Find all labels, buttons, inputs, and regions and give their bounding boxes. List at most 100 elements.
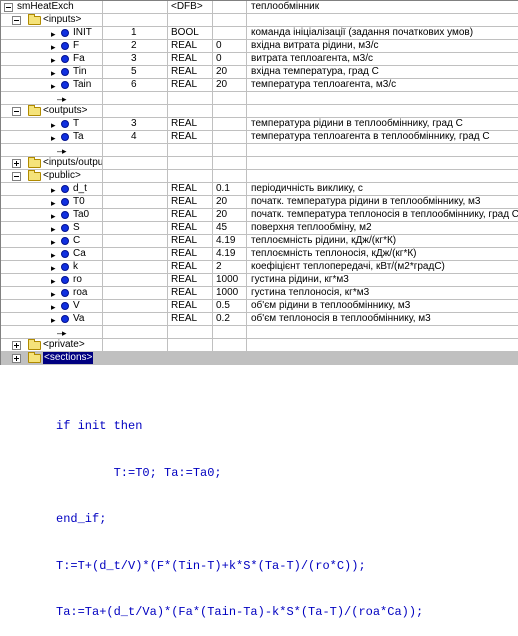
type-cell[interactable] <box>168 352 213 364</box>
name-cell[interactable]: ▸ S <box>1 222 103 234</box>
variable-tree-grid[interactable]: smHeatExch <DFB> теплообмінник <inputs> ▸ INI… <box>0 0 518 365</box>
name-cell[interactable]: <sections> <box>1 352 103 364</box>
comment-cell[interactable] <box>247 92 518 104</box>
value-cell[interactable] <box>213 118 247 130</box>
variable-name[interactable]: F <box>73 40 79 52</box>
comment-cell[interactable]: густина теплоносія, кг*м3 <box>247 287 518 299</box>
comment-cell[interactable] <box>247 326 518 338</box>
comment-cell[interactable]: теплоємність теплоносія, кДж/(кг*К) <box>247 248 518 260</box>
type-cell[interactable]: REAL <box>168 313 213 325</box>
index-cell[interactable] <box>103 209 168 221</box>
index-cell[interactable] <box>103 183 168 195</box>
index-cell[interactable] <box>103 248 168 260</box>
variable-row[interactable]: ▸ S REAL 45 поверхня теплообміну, м2 <box>1 222 518 235</box>
comment-cell[interactable] <box>247 105 518 117</box>
value-cell[interactable]: 20 <box>213 66 247 78</box>
variable-row[interactable]: ▸ Va REAL 0.2 об'єм теплоносія в теплообмінн… <box>1 313 518 326</box>
name-cell[interactable]: ▸ k <box>1 261 103 273</box>
index-cell[interactable]: 3 <box>103 53 168 65</box>
type-cell[interactable]: REAL <box>168 66 213 78</box>
comment-cell[interactable]: теплоємність рідини, кДж/(кг*К) <box>247 235 518 247</box>
collapse-icon[interactable] <box>12 16 21 25</box>
value-cell[interactable] <box>213 339 247 351</box>
tree-row[interactable]: <private> <box>1 339 518 352</box>
index-cell[interactable] <box>103 261 168 273</box>
variable-name[interactable]: INIT <box>73 27 92 39</box>
type-cell[interactable]: REAL <box>168 287 213 299</box>
index-cell[interactable] <box>103 326 168 338</box>
name-cell[interactable]: ▸ Ta0 <box>1 209 103 221</box>
type-cell[interactable]: REAL <box>168 222 213 234</box>
index-cell[interactable] <box>103 300 168 312</box>
value-cell[interactable]: 0.5 <box>213 300 247 312</box>
type-cell[interactable] <box>168 326 213 338</box>
type-cell[interactable]: REAL <box>168 248 213 260</box>
name-cell[interactable]: ▸ d_t <box>1 183 103 195</box>
value-cell[interactable] <box>213 326 247 338</box>
index-cell[interactable] <box>103 105 168 117</box>
type-cell[interactable]: <DFB> <box>168 1 213 13</box>
value-cell[interactable]: 0.1 <box>213 183 247 195</box>
type-cell[interactable]: REAL <box>168 235 213 247</box>
variable-name[interactable]: Ta <box>73 131 84 143</box>
variable-name[interactable]: k <box>73 261 78 273</box>
index-cell[interactable] <box>103 157 168 169</box>
value-cell[interactable]: 20 <box>213 209 247 221</box>
type-cell[interactable]: REAL <box>168 300 213 312</box>
comment-cell[interactable]: густина рідини, кг*м3 <box>247 274 518 286</box>
value-cell[interactable] <box>213 352 247 364</box>
collapse-icon[interactable] <box>12 172 21 181</box>
variable-name[interactable]: Va <box>73 313 85 325</box>
name-cell[interactable]: <private> <box>1 339 103 351</box>
variable-row[interactable]: ▸ V REAL 0.5 об'єм рідини в теплообміннику, … <box>1 300 518 313</box>
type-cell[interactable]: REAL <box>168 183 213 195</box>
value-cell[interactable]: 4.19 <box>213 235 247 247</box>
variable-row[interactable]: ▸ ro REAL 1000 густина рідини, кг*м3 <box>1 274 518 287</box>
index-cell[interactable] <box>103 196 168 208</box>
comment-cell[interactable]: вхідна температура, град С <box>247 66 518 78</box>
name-cell[interactable]: –▸ <box>1 92 103 104</box>
value-cell[interactable] <box>213 131 247 143</box>
index-cell[interactable] <box>103 339 168 351</box>
tree-row[interactable]: <inputs> <box>1 14 518 27</box>
type-cell[interactable]: REAL <box>168 53 213 65</box>
variable-row[interactable]: ▸ T0 REAL 20 початк. температура рідини в те… <box>1 196 518 209</box>
comment-cell[interactable] <box>247 144 518 156</box>
variable-row[interactable]: ▸ d_t REAL 0.1 періодичність виклику, с <box>1 183 518 196</box>
variable-name[interactable]: Ca <box>73 248 86 260</box>
index-cell[interactable] <box>103 92 168 104</box>
value-cell[interactable]: 20 <box>213 196 247 208</box>
collapse-icon[interactable] <box>12 107 21 116</box>
type-cell[interactable] <box>168 144 213 156</box>
value-cell[interactable] <box>213 144 247 156</box>
name-cell[interactable]: ▸ ro <box>1 274 103 286</box>
name-cell[interactable]: <inputs/outpu... <box>1 157 103 169</box>
new-variable-arrow-icon[interactable]: –▸ <box>57 93 67 104</box>
type-cell[interactable]: REAL <box>168 131 213 143</box>
index-cell[interactable] <box>103 287 168 299</box>
index-cell[interactable] <box>103 14 168 26</box>
type-cell[interactable]: REAL <box>168 196 213 208</box>
variable-row[interactable]: ▸ roa REAL 1000 густина теплоносія, кг*м3 <box>1 287 518 300</box>
value-cell[interactable] <box>213 1 247 13</box>
variable-name[interactable]: T <box>73 118 79 130</box>
name-cell[interactable]: ▸ V <box>1 300 103 312</box>
tree-row[interactable]: <inputs/outpu... <box>1 157 518 170</box>
variable-row[interactable]: ▸ Fa 3 REAL 0 витрата теплоагента, м3/с <box>1 53 518 66</box>
type-cell[interactable]: REAL <box>168 261 213 273</box>
variable-name[interactable]: Tin <box>73 66 87 78</box>
variable-name[interactable]: C <box>73 235 80 247</box>
name-cell[interactable]: ▸ F <box>1 40 103 52</box>
value-cell[interactable]: 0.2 <box>213 313 247 325</box>
tree-row[interactable]: <sections> <box>1 352 518 365</box>
expand-icon[interactable] <box>12 341 21 350</box>
name-cell[interactable]: <outputs> <box>1 105 103 117</box>
new-variable-arrow-icon[interactable]: –▸ <box>57 327 67 338</box>
comment-cell[interactable]: об'єм рідини в теплообміннику, м3 <box>247 300 518 312</box>
new-entry-row[interactable]: –▸ <box>1 92 518 105</box>
type-cell[interactable] <box>168 105 213 117</box>
name-cell[interactable]: –▸ <box>1 326 103 338</box>
tree-row[interactable]: <outputs> <box>1 105 518 118</box>
name-cell[interactable]: –▸ <box>1 144 103 156</box>
index-cell[interactable] <box>103 352 168 364</box>
